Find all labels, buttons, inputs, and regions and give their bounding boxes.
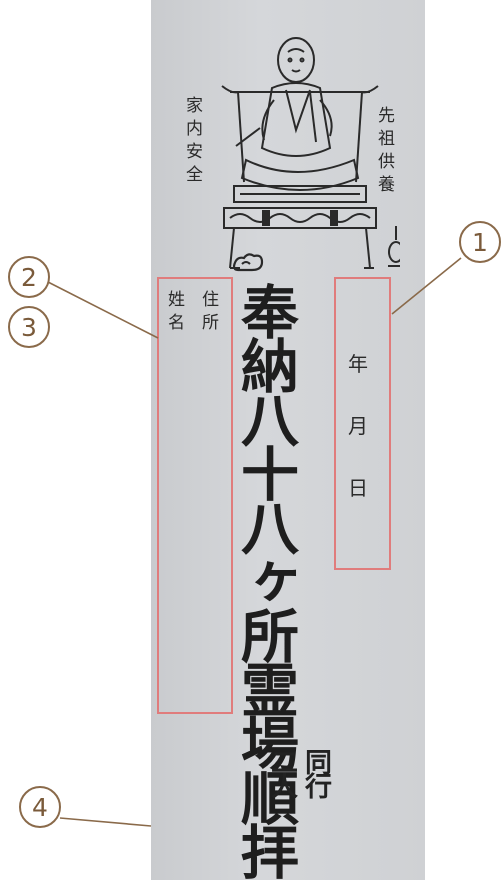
callout-4: 4 (19, 786, 61, 828)
callout-2: 2 (8, 256, 50, 298)
callout-3: 3 (8, 306, 50, 348)
callout-1: 1 (459, 221, 501, 263)
callout-leader-lines (47, 257, 462, 827)
